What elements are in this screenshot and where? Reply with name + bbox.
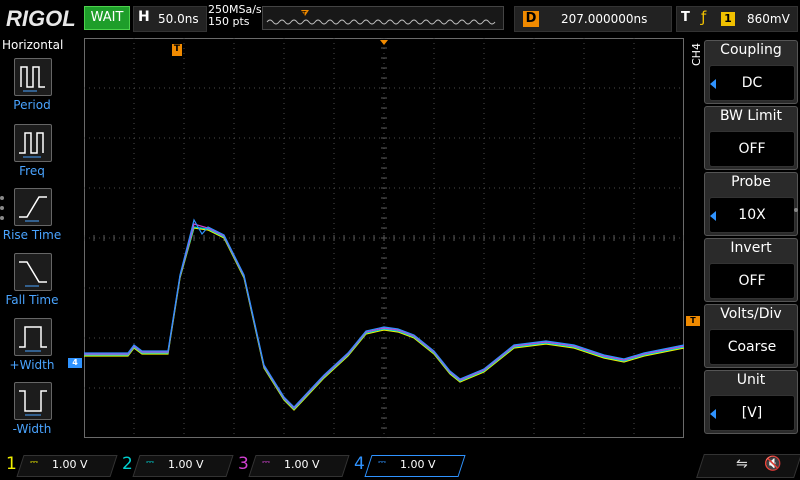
- right-scroll-dot: [794, 208, 798, 212]
- ch4-ground-marker-number: 4: [72, 358, 78, 367]
- coupling-arrow-icon: [710, 79, 716, 89]
- measure-freq-label: Freq: [19, 164, 45, 178]
- channel-2-scale: 1.00 V: [168, 458, 204, 471]
- status-icon-panel: [696, 454, 800, 478]
- ch4-ground-marker[interactable]: 4: [68, 358, 82, 368]
- center-ticks: [83, 37, 685, 439]
- invert-title: Invert: [730, 240, 772, 256]
- waveform-display[interactable]: [83, 37, 685, 439]
- invert-value: OFF: [709, 263, 795, 299]
- run-status-badge[interactable]: WAIT: [84, 6, 130, 30]
- channel-3-scale: 1.00 V: [284, 458, 320, 471]
- channel-3-number: 3: [238, 454, 249, 474]
- dc-coupling-icon: ⎓: [30, 457, 38, 468]
- rise-time-icon: [14, 188, 52, 226]
- usb-icon: ⇋: [736, 456, 748, 472]
- speaker-muted-icon[interactable]: 🔇: [764, 456, 781, 472]
- unit-value: [V]: [709, 395, 795, 431]
- memory-position-bar[interactable]: T: [262, 6, 504, 30]
- measure-positive-width-label: +Width: [9, 358, 55, 372]
- probe-arrow-icon: [710, 211, 716, 221]
- delay-box[interactable]: D 207.000000ns: [514, 6, 672, 32]
- channel-4-number: 4: [354, 454, 365, 474]
- channel-2-tab[interactable]: 2 ⎓ 1.00 V: [118, 454, 234, 477]
- unit-button[interactable]: Unit [V]: [704, 370, 798, 434]
- trigger-level-marker[interactable]: T: [686, 316, 700, 326]
- rising-edge-icon: ƒ: [701, 8, 707, 26]
- probe-title: Probe: [731, 174, 771, 190]
- delay-value: 207.000000ns: [561, 12, 648, 26]
- graticule: [83, 37, 685, 439]
- channel-4-scale: 1.00 V: [400, 458, 436, 471]
- top-status-bar: RIGOL WAIT H 50.0ns 250MSa/s 150 pts T D…: [0, 0, 800, 36]
- horizontal-timebase-box[interactable]: H 50.0ns: [133, 6, 207, 32]
- unit-title: Unit: [736, 372, 766, 388]
- positive-width-icon: [14, 318, 52, 356]
- trigger-box[interactable]: T ƒ 1 860mV: [676, 6, 798, 32]
- period-icon: [14, 58, 52, 96]
- trigger-label: T: [681, 10, 690, 25]
- channel-status-bar: 1 ⎓ 1.00 V 2 ⎓ 1.00 V 3 ⎓ 1.00 V 4 ⎓ 1.0…: [0, 452, 800, 480]
- trigger-source: 1: [721, 12, 735, 26]
- rigol-logo: RIGOL: [6, 6, 76, 31]
- dc-coupling-icon: ⎓: [146, 457, 154, 468]
- coupling-button[interactable]: Coupling DC: [704, 40, 798, 104]
- negative-width-icon: [14, 382, 52, 420]
- volts-div-title: Volts/Div: [720, 306, 782, 322]
- measure-rise-time-label: Rise Time: [2, 228, 62, 242]
- channel-2-number: 2: [122, 454, 133, 474]
- horizontal-measure-menu: Horizontal Period Freq Rise Time Fall Ti…: [0, 36, 64, 450]
- measure-menu-title: Horizontal: [2, 38, 64, 52]
- frequency-icon: [14, 124, 52, 162]
- channel-1-number: 1: [6, 454, 17, 474]
- probe-value: 10X: [709, 197, 795, 233]
- volts-div-value: Coarse: [709, 329, 795, 365]
- memory-depth: 150 pts: [208, 15, 250, 28]
- bw-limit-title: BW Limit: [719, 108, 783, 124]
- left-scroll-dots: [0, 196, 4, 226]
- fall-time-icon: [14, 253, 52, 291]
- trigger-time-marker-letter: T: [173, 44, 181, 54]
- trigger-level: 860mV: [747, 12, 790, 26]
- trigger-level-marker-letter: T: [690, 316, 696, 325]
- coupling-title: Coupling: [720, 42, 782, 58]
- channel-3-tab[interactable]: 3 ⎓ 1.00 V: [234, 454, 350, 477]
- center-position-marker: [380, 40, 388, 45]
- dc-coupling-icon: ⎓: [262, 457, 270, 468]
- invert-button[interactable]: Invert OFF: [704, 238, 798, 302]
- bw-limit-value: OFF: [709, 131, 795, 167]
- unit-arrow-icon: [710, 409, 716, 419]
- delay-label: D: [523, 11, 539, 27]
- measure-period-label: Period: [13, 98, 51, 112]
- channel-1-scale: 1.00 V: [52, 458, 88, 471]
- memory-trigger-letter: T: [301, 10, 307, 18]
- channel-1-tab[interactable]: 1 ⎓ 1.00 V: [2, 454, 118, 477]
- trigger-time-marker[interactable]: T: [172, 44, 182, 56]
- measure-fall-time-label: Fall Time: [5, 293, 59, 307]
- active-channel-label: CH4: [690, 43, 703, 66]
- volts-div-button[interactable]: Volts/Div Coarse: [704, 304, 798, 368]
- channel-4-tab[interactable]: 4 ⎓ 1.00 V: [350, 454, 466, 477]
- memory-waveform-overview: T: [266, 10, 496, 25]
- bw-limit-button[interactable]: BW Limit OFF: [704, 106, 798, 170]
- timebase-value: 50.0ns: [158, 12, 199, 26]
- measure-negative-width-label: -Width: [12, 422, 52, 436]
- horizontal-label: H: [138, 9, 150, 25]
- dc-coupling-icon: ⎓: [378, 457, 386, 468]
- coupling-value: DC: [709, 65, 795, 101]
- probe-button[interactable]: Probe 10X: [704, 172, 798, 236]
- acquisition-info: 250MSa/s 150 pts: [208, 4, 262, 28]
- channel-settings-menu: Coupling DC BW Limit OFF Probe 10X Inver…: [704, 40, 798, 434]
